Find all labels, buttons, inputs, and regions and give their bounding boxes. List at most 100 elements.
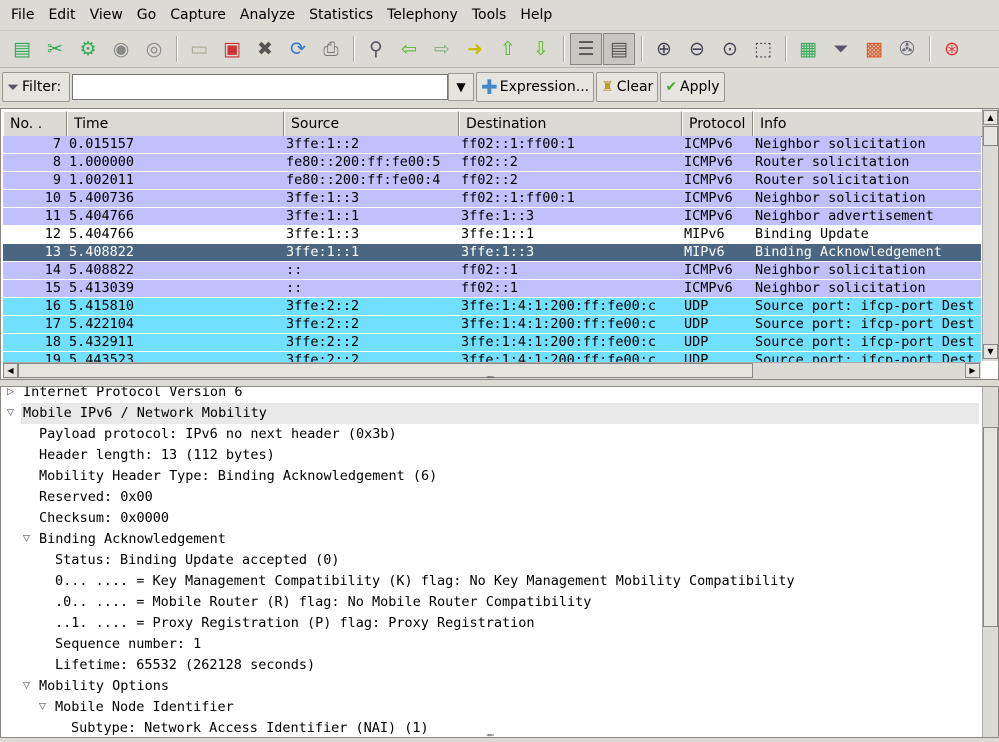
packet-row[interactable]: 8 1.000000 fe80::200:ff:fe00:5 ff02::2 ICMPv… [3,154,981,172]
pane-splitter-bottom[interactable]: '''''' [486,733,494,742]
apply-button[interactable]: ✔ Apply [660,72,725,102]
menu-go[interactable]: Go [130,7,163,23]
packet-row[interactable]: 13 5.408822 3ffe:1::1 3ffe:1::3 MIPv6 Binding… [3,244,981,262]
packet-row[interactable]: 18 5.432911 3ffe:2::2 3ffe:1:4:1:200:ff:fe0… [3,334,981,352]
menu-tools[interactable]: Tools [465,7,514,23]
detail-line[interactable]: Reserved: 0x00 [39,487,153,508]
detail-line[interactable]: ..1. .... = Proxy Registration (P) flag:… [55,613,535,634]
column-header-5[interactable]: Info [753,111,985,137]
packet-row[interactable]: 7 0.015157 3ffe:1::2 ff02::1:ff00:1 ICMPv6 Ne… [3,136,981,154]
capture-filters-button[interactable]: ▦ [792,33,824,65]
column-header-2[interactable]: Source [284,111,459,137]
scroll-down-button[interactable]: ▼ [983,344,998,359]
pane-splitter[interactable]: '''''' [486,375,494,384]
plus-icon: ✚ [481,75,498,99]
scroll-up-button[interactable]: ▲ [983,110,998,125]
detail-line[interactable]: Payload protocol: IPv6 no next header (0… [39,424,397,445]
filter-input[interactable] [72,74,448,100]
detail-line[interactable]: Checksum: 0x0000 [39,508,169,529]
go-back-button[interactable]: ⇦ [393,33,425,65]
go-forward-button[interactable]: ⇨ [426,33,458,65]
zoom-in-button[interactable]: ⊕ [648,33,680,65]
go-to-packet-button[interactable]: ➜ [459,33,491,65]
expanded-arrow-icon[interactable]: ▽ [23,534,30,544]
expression-button[interactable]: ✚ Expression... [476,72,595,102]
detail-line[interactable]: Binding Acknowledgement [39,529,226,550]
clear-button[interactable]: ♜ Clear [596,72,659,102]
open-file-button[interactable]: ▭ [183,33,215,65]
detail-line[interactable]: Status: Binding Update accepted (0) [55,550,339,571]
menu-file[interactable]: File [4,7,41,23]
column-header-4[interactable]: Protocol [682,111,753,137]
preferences-button[interactable]: ✇ [891,33,923,65]
go-last-button[interactable]: ⇩ [525,33,557,65]
detail-line[interactable]: Header length: 13 (112 bytes) [39,445,275,466]
packet-row[interactable]: 10 5.400736 3ffe:1::3 ff02::1:ff00:1 ICMPv6 N… [3,190,981,208]
detail-line[interactable]: Sequence number: 1 [55,634,201,655]
packet-row[interactable]: 12 5.404766 3ffe:1::3 3ffe:1::1 MIPv6 Binding… [3,226,981,244]
zoom-normal-button[interactable]: ⊙ [714,33,746,65]
column-header-1[interactable]: Time [67,111,284,137]
scroll-right-button[interactable]: ▶ [965,363,980,378]
auto-scroll-button[interactable]: ▤ [603,33,635,65]
details-vscrollbar[interactable] [982,387,998,737]
detail-line[interactable]: Mobility Header Type: Binding Acknowledg… [39,466,437,487]
packet-row[interactable]: 17 5.422104 3ffe:2::2 3ffe:1:4:1:200:ff:fe0… [3,316,981,334]
toolbar-separator [176,36,178,62]
close-file-button[interactable]: ✖ [249,33,281,65]
filter-button[interactable]: ⏷ Filter: [2,72,70,102]
help-button[interactable]: ⊛ [936,33,968,65]
stop-capture-button[interactable]: ◉ [105,33,137,65]
expanded-arrow-icon[interactable]: ▽ [23,681,30,691]
menu-capture[interactable]: Capture [163,7,233,23]
packet-row[interactable]: 9 1.002011 fe80::200:ff:fe00:4 ff02::2 ICMPv… [3,172,981,190]
detail-line[interactable]: Subtype: Network Access Identifier (NAI)… [71,718,429,737]
column-header-3[interactable]: Destination [459,111,682,137]
expanded-arrow-icon[interactable]: ▽ [7,408,14,418]
cell-dst: 3ffe:1::1 [461,226,535,242]
scroll-thumb[interactable] [983,126,998,146]
detail-text: Internet Protocol Version 6 [23,386,243,400]
menu-help[interactable]: Help [513,7,559,23]
print-button[interactable]: ⎙ [315,33,347,65]
expanded-arrow-icon[interactable]: ▽ [39,702,46,712]
go-first-button[interactable]: ⇧ [492,33,524,65]
detail-line[interactable]: Mobile Node Identifier [55,697,234,718]
detail-line[interactable]: Internet Protocol Version 6 [23,386,243,403]
detail-line[interactable]: .0.. .... = Mobile Router (R) flag: No M… [55,592,591,613]
packet-row[interactable]: 16 5.415810 3ffe:2::2 3ffe:1:4:1:200:ff:fe0… [3,298,981,316]
collapsed-arrow-icon[interactable]: ▷ [7,387,14,397]
save-file-button[interactable]: ▣ [216,33,248,65]
interfaces-button[interactable]: ▤ [6,33,38,65]
detail-line[interactable]: Mobile IPv6 / Network Mobility [21,403,979,424]
cell-proto: UDP [684,316,709,332]
scroll-thumb[interactable] [983,427,998,627]
menu-analyze[interactable]: Analyze [233,7,302,23]
hscroll-thumb[interactable] [18,363,753,378]
menu-statistics[interactable]: Statistics [302,7,380,23]
menu-telephony[interactable]: Telephony [380,7,465,23]
column-header-0[interactable]: No. . [3,111,67,137]
restart-capture-button[interactable]: ◎ [138,33,170,65]
detail-line[interactable]: Mobility Options [39,676,169,697]
coloring-rules-button[interactable]: ▩ [858,33,890,65]
scroll-left-button[interactable]: ◀ [3,363,18,378]
display-filters-button[interactable]: ⏷ [825,33,857,65]
detail-line[interactable]: Lifetime: 65532 (262128 seconds) [55,655,315,676]
menu-view[interactable]: View [83,7,130,23]
colorize-button[interactable]: ☰ [570,33,602,65]
menu-edit[interactable]: Edit [41,7,82,23]
start-capture-button[interactable]: ⚙ [72,33,104,65]
reload-button[interactable]: ⟳ [282,33,314,65]
packet-row[interactable]: 11 5.404766 3ffe:1::1 3ffe:1::3 ICMPv6 Neighb… [3,208,981,226]
packet-row[interactable]: 14 5.408822:: ff02::1 ICMPv6 Neighbor solici… [3,262,981,280]
find-packet-button[interactable]: ⚲ [360,33,392,65]
zoom-out-button[interactable]: ⊖ [681,33,713,65]
packet-row[interactable]: 15 5.413039:: ff02::1 ICMPv6 Neighbor solici… [3,280,981,298]
packet-list-vscrollbar[interactable]: ▲ ▼ [982,109,998,361]
capture-options-button[interactable]: ✂ [39,33,71,65]
filter-history-dropdown[interactable]: ▼ [448,73,474,101]
detail-line[interactable]: 0... .... = Key Management Compatibility… [55,571,795,592]
cell-proto: UDP [684,334,709,350]
resize-columns-button[interactable]: ⬚ [747,33,779,65]
